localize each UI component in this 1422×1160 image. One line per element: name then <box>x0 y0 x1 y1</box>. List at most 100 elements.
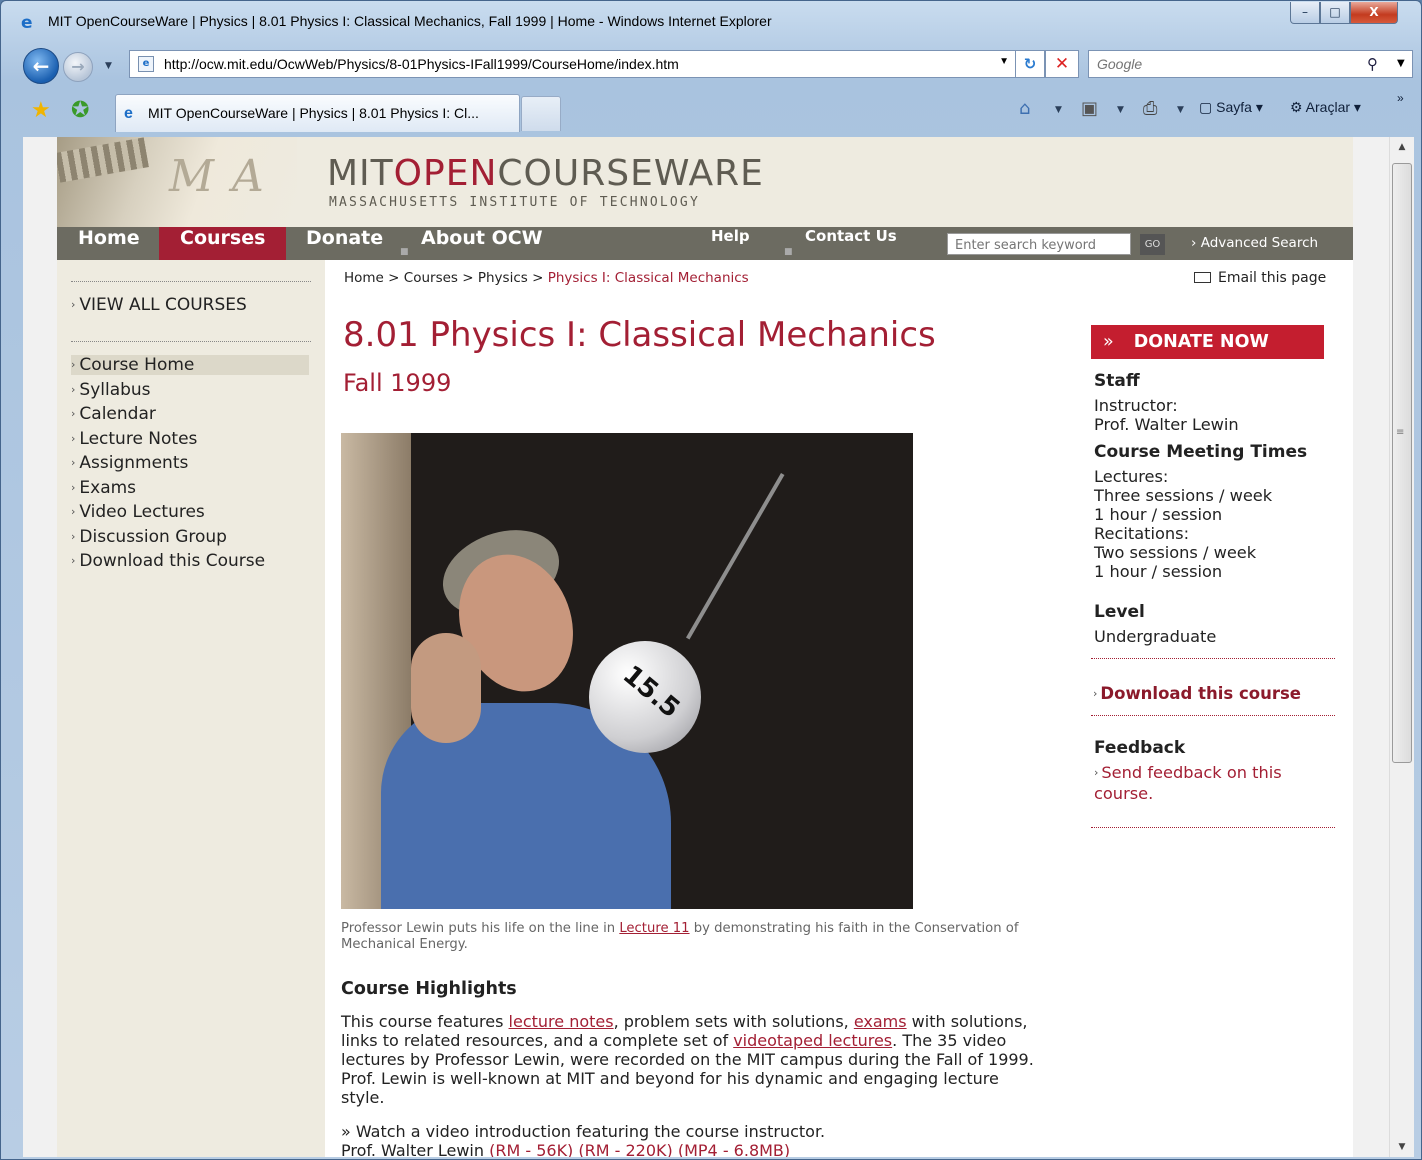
breadcrumb-physics[interactable]: Physics <box>478 270 528 286</box>
donate-now-button[interactable]: » DONATE NOW <box>1091 325 1324 359</box>
favorites-star-icon[interactable]: ★ <box>31 98 51 123</box>
email-page-label: Email this page <box>1218 270 1327 286</box>
browser-window: e MIT OpenCourseWare | Physics | 8.01 Ph… <box>0 0 1422 1160</box>
feeds-icon[interactable]: ▣ <box>1081 98 1098 119</box>
send-feedback-link[interactable]: › Send feedback on this course. <box>1094 763 1314 803</box>
highlights-text: This course features lecture notes, prob… <box>341 1012 1041 1107</box>
search-dropdown-icon[interactable]: ▼ <box>1397 58 1405 69</box>
sidebar-item-syllabus[interactable]: › Syllabus <box>71 380 151 400</box>
nav-separator: ■ <box>784 247 793 257</box>
sidebar-item-assignments[interactable]: › Assignments <box>71 453 188 473</box>
ocw-page: MA MITOPENCOURSEWARE MASSACHUSETTS INSTI… <box>57 137 1353 1157</box>
window-title: MIT OpenCourseWare | Physics | 8.01 Phys… <box>48 13 772 29</box>
print-icon[interactable]: ⎙ <box>1143 98 1157 119</box>
scroll-thumb[interactable] <box>1392 163 1412 763</box>
forward-button[interactable]: → <box>63 52 93 82</box>
sidebar-item-label: Exams <box>79 478 137 498</box>
refresh-button[interactable]: ↻ <box>1015 50 1045 78</box>
minimize-button[interactable]: – <box>1290 2 1320 24</box>
arrow-icon: › <box>71 383 76 396</box>
nav-donate[interactable]: Donate <box>306 227 383 260</box>
browser-search-box[interactable]: ⚲ ▼ <box>1088 50 1413 78</box>
arrow-icon: › <box>1093 687 1098 700</box>
scroll-up-icon[interactable]: ▲ <box>1390 137 1414 157</box>
right-divider <box>1091 658 1335 659</box>
sidebar-item-exams[interactable]: › Exams <box>71 478 136 498</box>
videotaped-lectures-link[interactable]: videotaped lectures <box>733 1031 892 1050</box>
vertical-scrollbar[interactable]: ▲ ≡ ▼ <box>1389 137 1414 1157</box>
ocw-logo[interactable]: MITOPENCOURSEWARE <box>327 153 764 194</box>
add-favorites-icon[interactable]: ✪ <box>71 98 89 123</box>
sidebar-item-label: Syllabus <box>79 380 151 400</box>
download-course-link[interactable]: › Download this course <box>1093 684 1301 703</box>
nav-help[interactable]: Help <box>711 227 750 260</box>
home-dropdown-icon[interactable]: ▼ <box>1055 105 1062 115</box>
site-search-box[interactable] <box>947 233 1131 256</box>
breadcrumb-sep: > <box>388 270 400 286</box>
title-bar: e MIT OpenCourseWare | Physics | 8.01 Ph… <box>1 1 1421 41</box>
arrow-icon: › <box>71 432 76 445</box>
video-format-links[interactable]: (RM - 56K) (RM - 220K) (MP4 - 6.8MB) <box>489 1141 790 1157</box>
nav-contact[interactable]: Contact Us <box>805 227 897 260</box>
address-dropdown-icon[interactable]: ▼ <box>999 56 1009 67</box>
maximize-button[interactable]: □ <box>1320 2 1350 24</box>
search-icon[interactable]: ⚲ <box>1367 55 1378 73</box>
print-dropdown-icon[interactable]: ▼ <box>1177 105 1184 115</box>
sidebar-item-lecture-notes[interactable]: › Lecture Notes <box>71 429 197 449</box>
course-photo: 15.5 <box>341 433 913 909</box>
new-tab-button[interactable] <box>521 96 561 131</box>
banner-columns <box>57 137 149 183</box>
view-all-courses-link[interactable]: › VIEW ALL COURSES <box>71 295 247 315</box>
arrow-icon: › <box>71 554 76 567</box>
sidebar-item-discussion-group[interactable]: › Discussion Group <box>71 527 227 547</box>
banner-letters: MA <box>169 151 282 202</box>
site-search-input[interactable] <box>948 235 1130 256</box>
sidebar-item-calendar[interactable]: › Calendar <box>71 404 156 424</box>
ball-label: 15.5 <box>616 659 686 725</box>
sidebar-item-label: Calendar <box>79 404 156 424</box>
sidebar-item-label: Lecture Notes <box>79 429 198 449</box>
photo-wire <box>686 473 785 640</box>
close-button[interactable]: X <box>1350 2 1398 24</box>
breadcrumb-home[interactable]: Home <box>344 270 384 286</box>
chevron-right-icon: » <box>1103 332 1114 352</box>
recent-pages-dropdown-icon[interactable]: ▼ <box>105 61 112 71</box>
lecture-notes-link[interactable]: lecture notes <box>509 1012 614 1031</box>
exams-link[interactable]: exams <box>854 1012 907 1031</box>
arrow-icon: › <box>1094 766 1099 779</box>
caption-lecture-link[interactable]: Lecture 11 <box>619 921 689 936</box>
photo-fist <box>411 633 481 743</box>
page-menu[interactable]: ▢ Sayfa ▾ <box>1199 99 1263 116</box>
sidebar-item-video-lectures[interactable]: › Video Lectures <box>71 502 205 522</box>
left-sidebar: › VIEW ALL COURSES › Course Home › Syllabus… <box>57 260 325 1157</box>
download-course-label: Download this course <box>1100 684 1301 703</box>
address-url: http://ocw.mit.edu/OcwWeb/Physics/8-01Ph… <box>164 56 679 72</box>
watch-intro: » Watch a video introduction featuring t… <box>341 1122 1041 1157</box>
stop-button[interactable]: ✕ <box>1045 50 1079 78</box>
address-bar[interactable]: e http://ocw.mit.edu/OcwWeb/Physics/8-01… <box>129 50 1016 78</box>
sidebar-item-course-home[interactable]: › Course Home <box>71 355 309 375</box>
sidebar-item-download[interactable]: › Download this Course <box>71 551 265 571</box>
nav-home[interactable]: Home <box>78 227 140 260</box>
browser-tab[interactable]: e MIT OpenCourseWare | Physics | 8.01 Ph… <box>115 94 520 132</box>
staff-label: Staff <box>1094 371 1140 391</box>
home-icon[interactable]: ⌂ <box>1019 98 1030 119</box>
tools-menu[interactable]: ⚙ Araçlar ▾ <box>1290 99 1361 116</box>
toolbar-overflow[interactable]: » <box>1397 91 1404 105</box>
back-button[interactable]: ← <box>23 48 59 84</box>
breadcrumb-courses[interactable]: Courses <box>404 270 458 286</box>
page-menu-label: Sayfa <box>1216 99 1252 115</box>
sidebar-item-label: Download this Course <box>79 551 266 571</box>
browser-search-input[interactable] <box>1089 51 1359 77</box>
email-page-link[interactable]: Email this page <box>1194 270 1326 286</box>
page-viewport: MA MITOPENCOURSEWARE MASSACHUSETTS INSTI… <box>23 137 1389 1157</box>
search-go-button[interactable]: GO <box>1140 234 1165 255</box>
advanced-search-link[interactable]: › Advanced Search <box>1191 235 1318 251</box>
scroll-down-icon[interactable]: ▼ <box>1390 1137 1414 1157</box>
nav-courses[interactable]: Courses <box>159 227 287 260</box>
breadcrumb-sep: > <box>532 270 544 286</box>
feeds-dropdown-icon[interactable]: ▼ <box>1117 105 1124 115</box>
nav-about[interactable]: About OCW <box>421 227 543 260</box>
course-term: Fall 1999 <box>343 369 452 397</box>
arrow-icon: › <box>71 298 76 311</box>
